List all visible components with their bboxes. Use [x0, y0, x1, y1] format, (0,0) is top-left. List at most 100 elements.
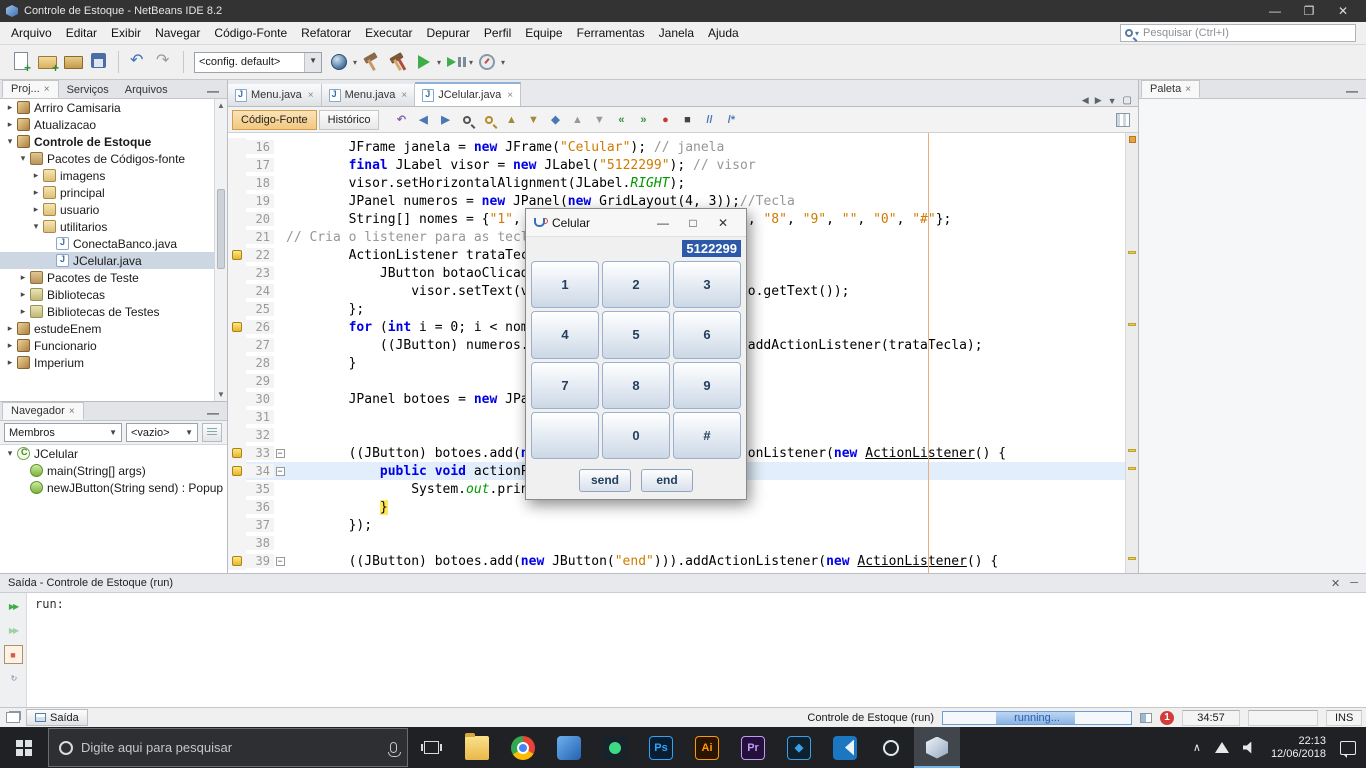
expand-arrow-icon[interactable]: ▸ — [4, 340, 16, 351]
expand-arrow-icon[interactable]: ▸ — [17, 289, 29, 300]
tree-item-pacotes-de-teste[interactable]: ▸ Pacotes de Teste — [0, 269, 227, 286]
maximize-button[interactable]: ❐ — [1292, 4, 1326, 18]
config-combobox[interactable]: <config. default> ▼ — [194, 51, 322, 73]
previous-occurrence-icon[interactable]: ▲ — [501, 110, 521, 130]
fold-collapse-icon[interactable]: − — [275, 448, 285, 458]
tree-item-main-string-args[interactable]: main(String[] args) — [0, 462, 227, 479]
code-line-18[interactable]: 18 visor.setHorizontalAlignment(JLabel.RI… — [228, 174, 1125, 192]
warning-stripe-mark[interactable] — [1128, 467, 1136, 470]
warning-stripe-mark[interactable] — [1128, 251, 1136, 254]
find-selection-icon[interactable] — [457, 110, 477, 130]
minimize-button[interactable]: — — [1258, 4, 1292, 18]
keypad-9-button[interactable]: 9 — [673, 361, 741, 409]
obs-studio-taskbar-button[interactable] — [868, 727, 914, 768]
tab-navigator[interactable]: Navegador × — [2, 402, 84, 420]
next-bookmark-icon[interactable]: ▼ — [589, 110, 609, 130]
last-edit-icon[interactable]: ↶ — [391, 110, 411, 130]
code-line-36[interactable]: 36} — [228, 498, 1125, 516]
keypad-6-button[interactable]: 6 — [673, 311, 741, 359]
redo-button[interactable] — [152, 49, 176, 73]
close-tab-icon[interactable]: × — [308, 90, 314, 101]
menu-equipe[interactable]: Equipe — [518, 23, 569, 43]
code-line-17[interactable]: 17 final JLabel visor = new JLabel("51222… — [228, 156, 1125, 174]
rerun-button[interactable]: ▶▶ — [4, 597, 23, 616]
menu-janela[interactable]: Janela — [652, 23, 701, 43]
close-button[interactable]: ✕ — [1326, 4, 1360, 18]
dropdown-arrow-icon[interactable]: ▾ — [437, 58, 441, 67]
dark-blue-app-taskbar-button[interactable]: ◆ — [776, 727, 822, 768]
back-icon[interactable]: ◀ — [413, 110, 433, 130]
uncomment-icon[interactable]: /* — [721, 110, 741, 130]
combobox-arrow-icon[interactable]: ▼ — [185, 428, 193, 437]
restore-window-group-icon[interactable] — [6, 712, 20, 723]
keypad-4-button[interactable]: 4 — [531, 311, 599, 359]
scroll-down-icon[interactable]: ▼ — [215, 388, 227, 401]
code-line-38[interactable]: 38 — [228, 534, 1125, 552]
members-combobox[interactable]: Membros ▼ — [4, 423, 122, 442]
warning-icon[interactable] — [232, 250, 242, 260]
dropdown-arrow-icon[interactable]: ▾ — [353, 58, 357, 67]
celular-maximize-button[interactable]: □ — [678, 216, 708, 230]
editor-tab-menu-java-0[interactable]: Menu.java × — [228, 84, 322, 106]
tab-arquivos[interactable]: Arquivos — [117, 82, 176, 98]
taskbar-search-box[interactable]: Digite aqui para pesquisar — [48, 728, 408, 767]
new-file-button[interactable] — [9, 49, 33, 75]
fold-collapse-icon[interactable]: − — [275, 466, 285, 476]
vscode-taskbar-button[interactable] — [822, 727, 868, 768]
action-center-icon[interactable] — [1340, 740, 1356, 758]
previous-bookmark-icon[interactable]: ▲ — [567, 110, 587, 130]
close-tab-icon[interactable]: × — [44, 84, 50, 95]
expand-arrow-icon[interactable]: ▸ — [4, 323, 16, 334]
menu-ferramentas[interactable]: Ferramentas — [570, 23, 652, 43]
debug-button[interactable] — [443, 50, 467, 74]
stop-button[interactable]: ■ — [3, 645, 23, 664]
taskbar-clock[interactable]: 22:13 12/06/2018 — [1271, 735, 1326, 761]
menu-arquivo[interactable]: Arquivo — [4, 23, 59, 43]
split-editor-icon[interactable] — [1116, 112, 1130, 127]
warning-icon[interactable] — [232, 466, 242, 476]
tab-proj[interactable]: Proj... × — [2, 80, 59, 98]
menu-c-digo-fonte[interactable]: Código-Fonte — [207, 23, 294, 43]
source-view-button[interactable]: Código-Fonte — [232, 109, 317, 130]
filter-combobox[interactable]: <vazio> ▼ — [126, 423, 198, 442]
tab-servi-os[interactable]: Serviços — [59, 82, 117, 98]
projects-scrollbar[interactable]: ▲ ▼ — [214, 99, 227, 401]
dialog-send-button[interactable]: send — [579, 468, 631, 492]
code-line-16[interactable]: 16 JFrame janela = new JFrame("Celular");… — [228, 138, 1125, 156]
keypad-hash-button[interactable]: # — [673, 411, 741, 459]
maximize-editor-icon[interactable]: ▢ — [1123, 95, 1132, 106]
collapse-arrow-icon[interactable]: ▾ — [17, 153, 29, 164]
tree-item-imperium[interactable]: ▸ Imperium — [0, 354, 227, 371]
blue-cube-app-taskbar-button[interactable] — [546, 727, 592, 768]
comment-icon[interactable]: // — [699, 110, 719, 130]
tab-palette[interactable]: Paleta × — [1141, 80, 1201, 98]
combobox-arrow-icon[interactable]: ▼ — [304, 52, 321, 72]
output-window-tab[interactable]: Saída — [26, 709, 88, 726]
warning-stripe-mark[interactable] — [1128, 557, 1136, 560]
open-project-button[interactable] — [61, 49, 85, 73]
menu-exibir[interactable]: Exibir — [104, 23, 148, 43]
menu-navegar[interactable]: Navegar — [148, 23, 207, 43]
expand-arrow-icon[interactable]: ▸ — [30, 204, 42, 215]
clean-build-button[interactable] — [385, 50, 409, 74]
close-tab-icon[interactable]: × — [1185, 84, 1191, 95]
scrollbar-thumb[interactable] — [217, 189, 225, 269]
celular-title-bar[interactable]: Celular — □ ✕ — [526, 209, 746, 237]
minimize-panel-icon[interactable]: — — [199, 84, 227, 98]
scroll-tabs-left-icon[interactable]: ◀ — [1082, 95, 1089, 106]
process-icon[interactable] — [1140, 712, 1152, 723]
tab-list-icon[interactable]: ▼ — [1108, 96, 1117, 106]
close-output-icon[interactable]: ✕ — [1331, 577, 1340, 590]
code-line-39[interactable]: 39− ((JButton) botoes.add(new JButton("en… — [228, 552, 1125, 570]
fold-collapse-icon[interactable]: − — [275, 556, 285, 566]
tree-item-conectabanco-java[interactable]: ConectaBanco.java — [0, 235, 227, 252]
warning-icon[interactable] — [232, 322, 242, 332]
chrome-taskbar-button[interactable] — [500, 727, 546, 768]
menu-refatorar[interactable]: Refatorar — [294, 23, 358, 43]
warning-stripe-mark[interactable] — [1128, 449, 1136, 452]
tree-item-jcelular[interactable]: ▾ JCelular — [0, 445, 227, 462]
collapse-arrow-icon[interactable]: ▾ — [30, 221, 42, 232]
file-explorer-taskbar-button[interactable] — [454, 727, 500, 768]
tree-item-arriro-camisaria[interactable]: ▸ Arriro Camisaria — [0, 99, 227, 116]
tree-item-jcelular-java[interactable]: JCelular.java — [0, 252, 227, 269]
